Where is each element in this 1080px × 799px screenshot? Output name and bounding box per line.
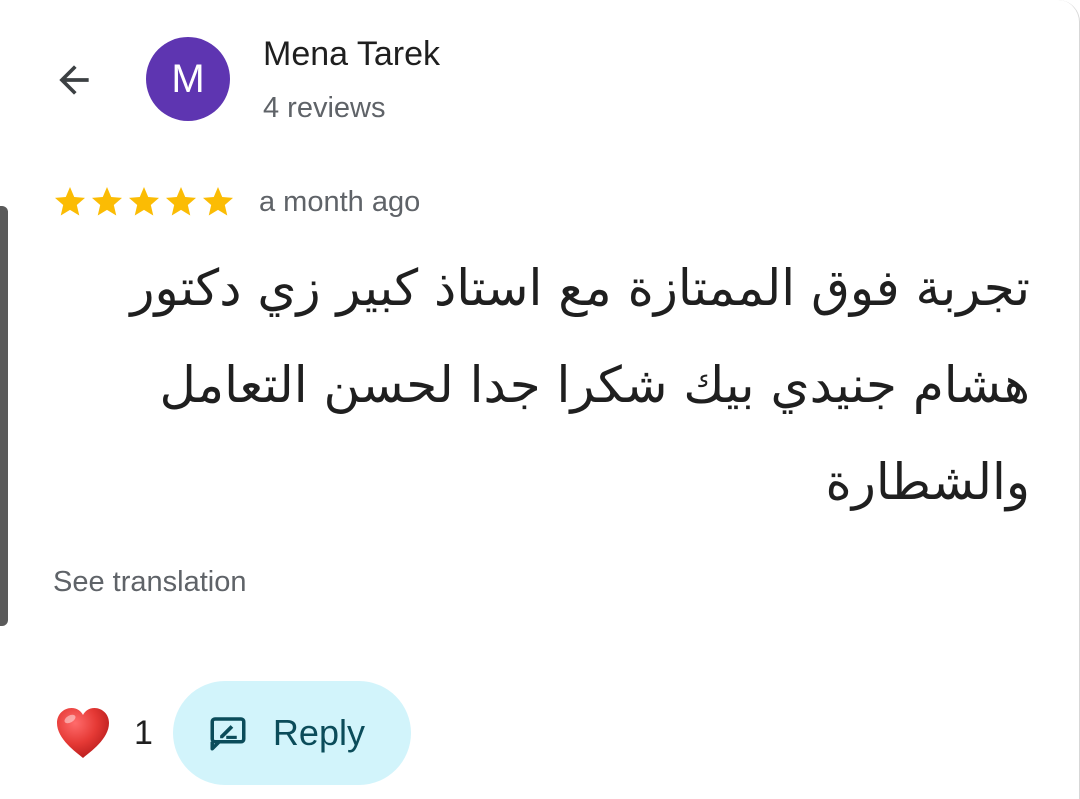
arrow-left-icon [59, 65, 89, 95]
author-review-count: 4 reviews [263, 92, 386, 124]
avatar-letter: M [171, 56, 205, 101]
star-icon [55, 187, 85, 216]
reply-label: Reply [272, 712, 365, 753]
reactions-row: 1 Reply [52, 680, 411, 786]
like-count: 1 [134, 713, 153, 752]
review-sheet: M Mena Tarek 4 reviews a month ago تجربة… [0, 0, 1080, 799]
heart-icon [57, 708, 109, 758]
star-icon [129, 187, 159, 216]
star-icon [92, 187, 122, 216]
scroll-indicator[interactable] [0, 206, 8, 626]
rating-row: a month ago [52, 181, 420, 223]
star-rating [52, 184, 236, 220]
reply-button[interactable]: Reply [172, 681, 411, 785]
review-text: تجربة فوق الممتازة مع استاذ كبير زي دكتو… [130, 259, 1030, 511]
see-translation-link[interactable]: See translation [53, 566, 246, 599]
reply-icon [210, 717, 246, 751]
like-button[interactable] [52, 702, 114, 764]
star-icon [166, 187, 196, 216]
avatar[interactable]: M [146, 37, 230, 121]
review-time: a month ago [259, 185, 421, 218]
star-icon [203, 187, 233, 216]
back-button[interactable] [46, 52, 102, 108]
author-name[interactable]: Mena Tarek [263, 35, 440, 74]
